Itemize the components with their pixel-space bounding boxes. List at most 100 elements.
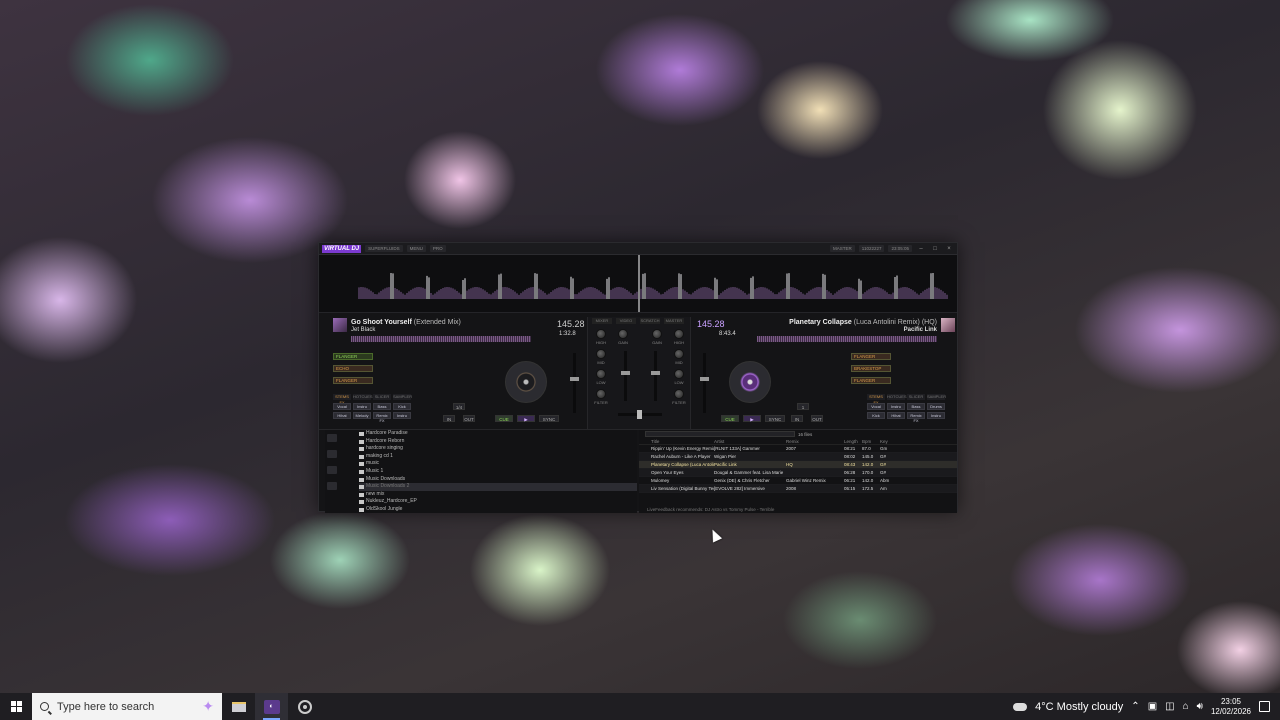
track-overview[interactable] (757, 336, 937, 342)
pad-tab-hotcues[interactable]: HOTCUES (353, 394, 373, 400)
copilot-icon[interactable]: ✦ (202, 698, 214, 715)
jog-wheel[interactable] (505, 361, 547, 403)
table-row[interactable]: Mulomey Genix (DE) & Chris Fletcher Gabrie… (639, 477, 957, 485)
pad-tab-sampler[interactable]: SAMPLER (927, 394, 946, 400)
eq-low-knob-left[interactable] (596, 369, 606, 379)
minimize-icon[interactable]: – (916, 246, 926, 252)
pad[interactable]: Instru (887, 403, 905, 410)
folder-item[interactable]: hardcore singing (359, 445, 637, 453)
weather-text[interactable]: 4°C Mostly cloudy (1035, 701, 1123, 713)
gain-knob-right[interactable] (652, 329, 662, 339)
table-row[interactable]: Planetary Collapse (Luca Antolini Remix)… (639, 461, 957, 469)
folder-item[interactable]: new mix (359, 491, 637, 499)
table-row[interactable]: Rachel Auburn - Like A Player Wigan Pier 0… (639, 453, 957, 461)
eq-high-knob-left[interactable] (596, 329, 606, 339)
volume-fader-left[interactable] (621, 351, 630, 401)
sync-button[interactable]: SYNC (765, 415, 785, 422)
pad[interactable]: Vocal (333, 403, 351, 410)
chevron-up-icon[interactable]: ⌃ (1131, 701, 1139, 712)
playlist-icon[interactable] (327, 466, 337, 474)
loop-out-button[interactable]: OUT (463, 415, 475, 422)
crossfader[interactable] (618, 410, 662, 419)
taskbar-browser[interactable] (288, 693, 321, 720)
start-button[interactable] (0, 693, 32, 720)
notification-icon[interactable] (1259, 701, 1270, 712)
pitch-slider[interactable] (700, 353, 709, 413)
search-icon[interactable] (327, 434, 337, 442)
table-row[interactable]: Rippin' Up (Kevin Energy Remix) [RLNIT 13… (639, 445, 957, 453)
search-input[interactable] (645, 431, 795, 437)
col-artist[interactable]: Artist (714, 438, 786, 444)
folder-item[interactable]: Music 1 (359, 468, 637, 476)
pad-tab-hotcues[interactable]: HOTCUES (887, 394, 907, 400)
pad-tab-sampler[interactable]: SAMPLER (393, 394, 412, 400)
preset-button[interactable]: SUPERFLUIDS (365, 245, 403, 252)
pad[interactable]: Bass (373, 403, 391, 410)
loop-in-button[interactable]: IN (443, 415, 455, 422)
folder-item[interactable]: OldSkool Jungle (359, 506, 637, 514)
folder-item[interactable]: Music Downloads 2 (359, 483, 637, 491)
taskbar-search[interactable]: Type here to search ✦ (32, 693, 222, 720)
col-bpm[interactable]: Bpm (862, 438, 880, 444)
pad[interactable]: Melody (353, 412, 371, 419)
folder-icon[interactable] (327, 450, 337, 458)
tab-scratch[interactable]: SCRATCH (640, 318, 660, 324)
fx-slot-2[interactable]: BRAKESTOP (851, 365, 891, 372)
loop-size[interactable]: 1 (797, 403, 809, 410)
pad[interactable]: Hihat (887, 412, 905, 419)
pad[interactable]: Bass (907, 403, 925, 410)
eq-low-knob-right[interactable] (674, 369, 684, 379)
sideview-icon[interactable] (327, 482, 337, 490)
fx-slot-3[interactable]: FLANGER (851, 377, 891, 384)
folder-item[interactable]: Hardcore Reborn (359, 438, 637, 446)
taskbar-file-explorer[interactable] (222, 693, 255, 720)
pad-tab-stems[interactable]: STEMS FX (333, 394, 351, 405)
network-icon[interactable]: ⌂ (1183, 701, 1189, 712)
col-remix[interactable]: Remix (786, 438, 844, 444)
skin-select[interactable]: PRO (429, 245, 446, 252)
gain-knob-left[interactable] (618, 329, 628, 339)
tab-mixer[interactable]: MIXER (592, 318, 612, 324)
folder-item[interactable]: Nukleuz_Hardcore_EP (359, 498, 637, 506)
jog-wheel[interactable] (729, 361, 771, 403)
taskbar-virtualdj[interactable]: ◐ (255, 693, 288, 720)
clock[interactable]: 23:05 12/02/2026 (1211, 697, 1251, 717)
loop-in-button[interactable]: IN (791, 415, 803, 422)
pad-tab-slicer[interactable]: SLICER (373, 394, 391, 400)
waveform-area[interactable] (319, 255, 957, 313)
folder-item[interactable]: Hardcore Paradise (359, 430, 637, 438)
pad[interactable]: Instru (353, 403, 371, 410)
fx-slot-1[interactable]: FLANGER (851, 353, 891, 360)
pad[interactable]: Vocal (867, 403, 885, 410)
filter-knob-left[interactable] (596, 389, 606, 399)
folder-item[interactable]: making cd 1 (359, 453, 637, 461)
pad[interactable]: Remix FX (907, 412, 925, 423)
pitch-slider[interactable] (570, 353, 579, 413)
table-row[interactable]: Open Your Eyes Dougal & Gammer feat. Lisa… (639, 469, 957, 477)
loop-size[interactable]: 1/4 (453, 403, 465, 410)
cue-button[interactable]: CUE (721, 415, 739, 422)
app-tray-icon[interactable]: ▣ (1148, 701, 1157, 712)
pad-tab-slicer[interactable]: SLICER (907, 394, 925, 400)
table-row[interactable]: Liv Sensation (Digital Bunny Techno Mix)… (639, 485, 957, 493)
eq-mid-knob-left[interactable] (596, 349, 606, 359)
fx-slot-2[interactable]: ECHO (333, 365, 373, 372)
eq-high-knob-right[interactable] (674, 329, 684, 339)
loop-out-button[interactable]: OUT (811, 415, 823, 422)
pad-tab-stems[interactable]: STEMS FX (867, 394, 885, 405)
col-title[interactable]: Title (639, 438, 714, 444)
folder-item[interactable]: music (359, 460, 637, 468)
pad[interactable]: Instru (393, 412, 411, 419)
col-key[interactable]: Key (880, 438, 894, 444)
maximize-icon[interactable]: □ (930, 246, 940, 252)
track-overview[interactable] (351, 336, 531, 342)
pad[interactable]: Kick (867, 412, 885, 419)
tab-master[interactable]: MASTER (664, 318, 684, 324)
pad[interactable]: Kick (393, 403, 411, 410)
pad[interactable]: Instru (927, 412, 945, 419)
sync-button[interactable]: SYNC (539, 415, 559, 422)
meet-icon[interactable]: ◫ (1165, 701, 1174, 712)
volume-fader-right[interactable] (651, 351, 660, 401)
pad[interactable]: Hihat (333, 412, 351, 419)
play-button[interactable]: ▶ (743, 415, 761, 422)
